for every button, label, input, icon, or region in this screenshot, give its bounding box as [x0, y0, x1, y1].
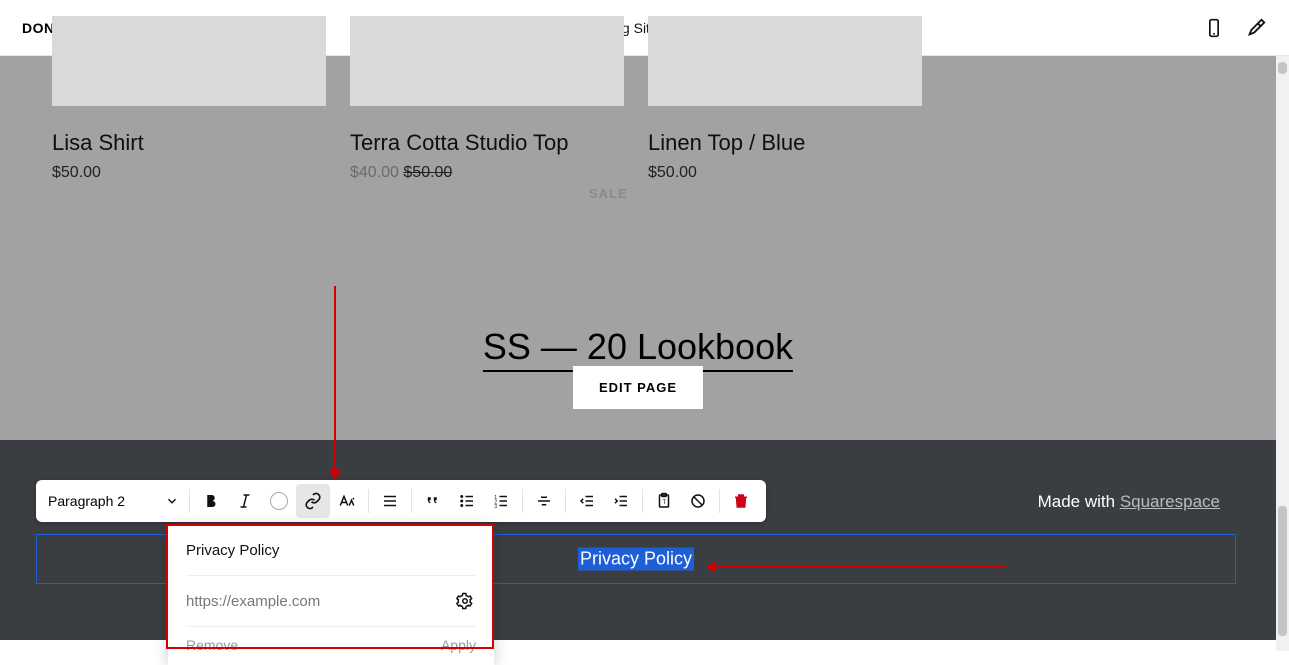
strikethrough-button[interactable] [527, 484, 561, 518]
indent-button[interactable] [604, 484, 638, 518]
scroll-up-arrow[interactable] [1278, 62, 1287, 74]
clear-format-icon [689, 492, 707, 510]
indent-icon [612, 492, 630, 510]
text-toolbar: Paragraph 2 123 T [36, 480, 766, 522]
numbered-list-button[interactable]: 123 [484, 484, 518, 518]
separator [522, 489, 523, 513]
scrollbar-thumb[interactable] [1278, 506, 1287, 636]
italic-icon [236, 492, 254, 510]
outdent-icon [578, 492, 596, 510]
delete-button[interactable] [724, 484, 758, 518]
gear-icon [456, 592, 474, 610]
link-popover: Privacy Policy https://example.com Remov… [168, 526, 494, 665]
product-image [648, 16, 922, 106]
vertical-scrollbar[interactable] [1276, 56, 1289, 651]
product-image [52, 16, 326, 106]
numbered-list-icon: 123 [492, 492, 510, 510]
page-content-area: Lisa Shirt $50.00 Terra Cotta Studio Top… [0, 56, 1276, 440]
bold-button[interactable] [194, 484, 228, 518]
link-icon [304, 492, 322, 510]
product-price: $50.00 [52, 164, 326, 182]
paste-button[interactable]: T [647, 484, 681, 518]
styles-button[interactable] [1245, 17, 1267, 39]
product-title: Linen Top / Blue [648, 130, 922, 156]
text-size-icon [338, 492, 356, 510]
topbar-right [1203, 17, 1267, 39]
original-price: $50.00 [403, 164, 452, 181]
sale-price: $40.00 [350, 164, 399, 181]
link-popover-actions: Remove Apply [186, 627, 476, 653]
selected-text-wrapper: Privacy Policy [578, 548, 694, 571]
separator [411, 489, 412, 513]
device-preview-button[interactable] [1203, 17, 1225, 39]
italic-button[interactable] [228, 484, 262, 518]
link-settings-button[interactable] [454, 590, 476, 612]
edit-page-button[interactable]: EDIT PAGE [573, 366, 703, 409]
trash-icon [732, 492, 750, 510]
chevron-down-icon [165, 494, 179, 508]
color-swatch-icon [270, 492, 288, 510]
paragraph-style-select[interactable]: Paragraph 2 [44, 493, 185, 509]
svg-text:T: T [663, 500, 667, 506]
made-with-label: Made with Squarespace [1038, 492, 1220, 512]
product-card[interactable]: Linen Top / Blue $50.00 [648, 16, 922, 182]
separator [565, 489, 566, 513]
link-button[interactable] [296, 484, 330, 518]
bullet-list-icon [458, 492, 476, 510]
clipboard-icon: T [655, 492, 673, 510]
bullet-list-button[interactable] [450, 484, 484, 518]
separator [368, 489, 369, 513]
separator [719, 489, 720, 513]
text-size-button[interactable] [330, 484, 364, 518]
strikethrough-icon [535, 492, 553, 510]
squarespace-link[interactable]: Squarespace [1120, 492, 1220, 511]
paintbrush-icon [1245, 17, 1267, 39]
sale-badge: SALE [589, 186, 628, 201]
made-with-prefix: Made with [1038, 492, 1120, 511]
link-url-input[interactable]: https://example.com [186, 593, 320, 610]
align-button[interactable] [373, 484, 407, 518]
quote-button[interactable] [416, 484, 450, 518]
clear-format-button[interactable] [681, 484, 715, 518]
selected-text[interactable]: Privacy Policy [578, 548, 694, 571]
product-price: $50.00 [648, 164, 922, 182]
outdent-button[interactable] [570, 484, 604, 518]
product-title: Lisa Shirt [52, 130, 326, 156]
product-card[interactable]: Lisa Shirt $50.00 [52, 16, 326, 182]
link-url-row: https://example.com [186, 575, 476, 627]
text-color-button[interactable] [262, 484, 296, 518]
svg-text:3: 3 [494, 504, 497, 510]
align-icon [381, 492, 399, 510]
phone-icon [1204, 18, 1224, 38]
editor-canvas: Lisa Shirt $50.00 Terra Cotta Studio Top… [0, 56, 1276, 651]
bold-icon [202, 492, 220, 510]
separator [642, 489, 643, 513]
product-title: Terra Cotta Studio Top [350, 130, 624, 156]
paragraph-style-label: Paragraph 2 [48, 493, 125, 509]
product-price: $40.00 $50.00 [350, 164, 624, 182]
separator [189, 489, 190, 513]
product-card[interactable]: Terra Cotta Studio Top $40.00 $50.00 [350, 16, 624, 182]
quote-icon [424, 492, 442, 510]
link-popover-title: Privacy Policy [186, 542, 476, 559]
product-image [350, 16, 624, 106]
